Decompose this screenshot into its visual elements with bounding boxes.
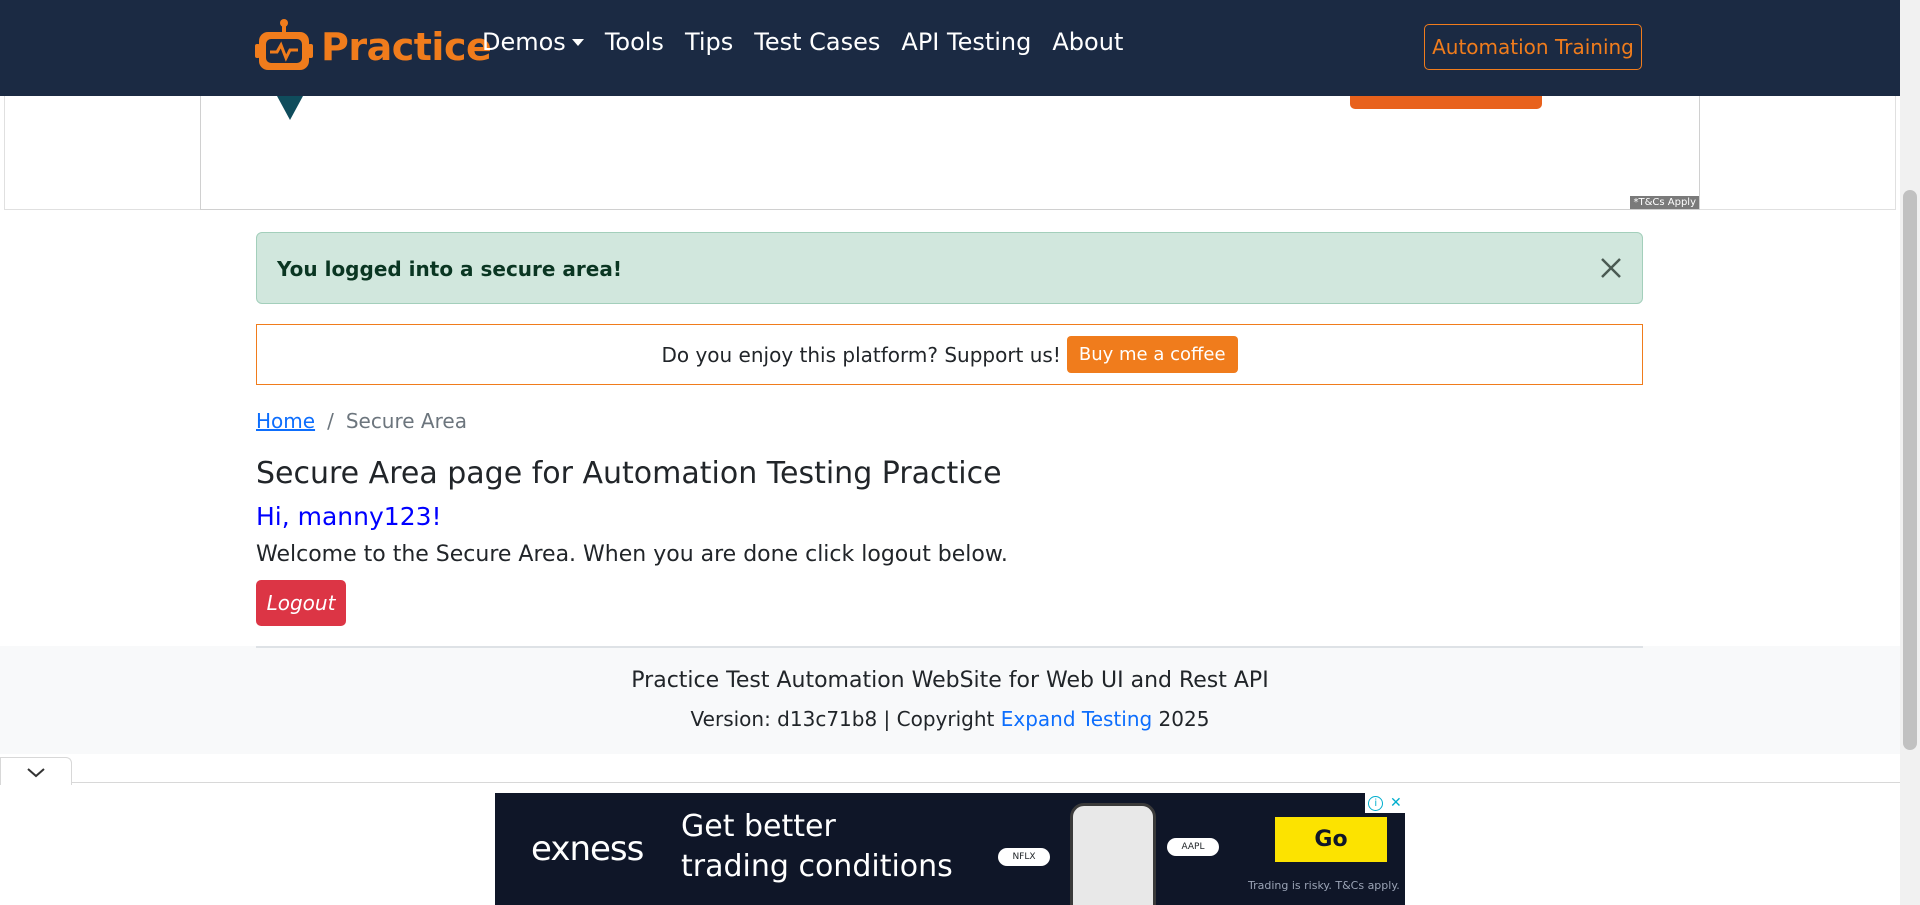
nav-test-cases[interactable]: Test Cases bbox=[754, 28, 880, 56]
ad-cta-button[interactable] bbox=[1350, 96, 1542, 109]
nav-api-testing[interactable]: API Testing bbox=[901, 28, 1031, 56]
ad-brand: exness bbox=[531, 829, 644, 869]
user-greeting: Hi, manny123! bbox=[256, 502, 442, 531]
footer-year: 2025 bbox=[1152, 707, 1210, 731]
breadcrumb: Home / Secure Area bbox=[256, 409, 467, 433]
breadcrumb-home-link[interactable]: Home bbox=[256, 409, 315, 433]
expand-testing-link[interactable]: Expand Testing bbox=[1001, 707, 1152, 731]
breadcrumb-separator: / bbox=[327, 409, 334, 433]
footer-version-text: Version: d13c71b8 | Copyright bbox=[690, 707, 1001, 731]
welcome-text: Welcome to the Secure Area. When you are… bbox=[256, 542, 1008, 567]
page-title: Secure Area page for Automation Testing … bbox=[256, 456, 1002, 491]
breadcrumb-current: Secure Area bbox=[345, 409, 467, 433]
ad-choices[interactable]: i ✕ bbox=[1365, 793, 1405, 813]
ad-close-icon[interactable]: ✕ bbox=[1390, 796, 1402, 810]
brand-name: Practice bbox=[321, 25, 492, 69]
ad-info-icon[interactable]: i bbox=[1368, 795, 1384, 811]
caret-down-icon bbox=[571, 38, 584, 46]
anchor-collapse-tab[interactable] bbox=[0, 757, 72, 785]
automation-training-button[interactable]: Automation Training bbox=[1424, 24, 1642, 70]
buy-coffee-button[interactable]: Buy me a coffee bbox=[1066, 336, 1238, 373]
page-scrollbar[interactable] bbox=[1900, 0, 1920, 905]
anchor-ad-divider bbox=[72, 782, 1900, 783]
footer: Practice Test Automation WebSite for Web… bbox=[0, 646, 1900, 754]
footer-version: Version: d13c71b8 | Copyright Expand Tes… bbox=[0, 707, 1900, 731]
nav-demos-dropdown[interactable]: Demos bbox=[482, 28, 584, 56]
ad-tcs-label: *T&Cs Apply bbox=[1630, 196, 1699, 209]
ad-logo-pin-icon bbox=[277, 96, 303, 120]
support-text: Do you enjoy this platform? Support us! bbox=[661, 342, 1061, 367]
ad-phone-image bbox=[1070, 803, 1156, 905]
ad-headline-line2: trading conditions bbox=[681, 849, 953, 884]
ad-chip-aapl: AAPL bbox=[1167, 838, 1219, 856]
main-nav: Demos Tools Tips Test Cases API Testing … bbox=[482, 28, 1144, 56]
nav-tools[interactable]: Tools bbox=[605, 28, 664, 56]
ad-chip-nflx: NFLX bbox=[998, 848, 1050, 866]
ad-go-button[interactable]: Go bbox=[1275, 817, 1387, 862]
scrollbar-thumb[interactable] bbox=[1903, 190, 1917, 750]
top-navbar: Practice Demos Tools Tips Test Cases API… bbox=[0, 0, 1900, 96]
footer-divider bbox=[256, 646, 1643, 648]
alert-message: You logged into a secure area! bbox=[277, 257, 622, 281]
support-banner: Do you enjoy this platform? Support us! … bbox=[256, 324, 1643, 385]
success-alert: You logged into a secure area! bbox=[256, 232, 1643, 304]
bottom-ad-banner[interactable]: exness Get better trading conditions NFL… bbox=[495, 793, 1405, 905]
footer-title: Practice Test Automation WebSite for Web… bbox=[631, 668, 1269, 693]
robot-logo-icon bbox=[255, 19, 313, 70]
ad-headline: Get better trading conditions bbox=[681, 807, 953, 887]
ad-disclaimer: Trading is risky. T&Cs apply. bbox=[1248, 879, 1400, 892]
chevron-down-icon bbox=[27, 768, 45, 778]
brand-logo-link[interactable]: Practice bbox=[255, 18, 492, 76]
close-icon[interactable] bbox=[1596, 253, 1626, 283]
top-ad-banner[interactable]: *T&Cs Apply bbox=[200, 96, 1700, 210]
nav-tips[interactable]: Tips bbox=[685, 28, 733, 56]
nav-demos-label: Demos bbox=[482, 28, 566, 56]
ad-headline-line1: Get better bbox=[681, 809, 836, 844]
nav-about[interactable]: About bbox=[1052, 28, 1123, 56]
logout-button[interactable]: Logout bbox=[256, 580, 346, 626]
